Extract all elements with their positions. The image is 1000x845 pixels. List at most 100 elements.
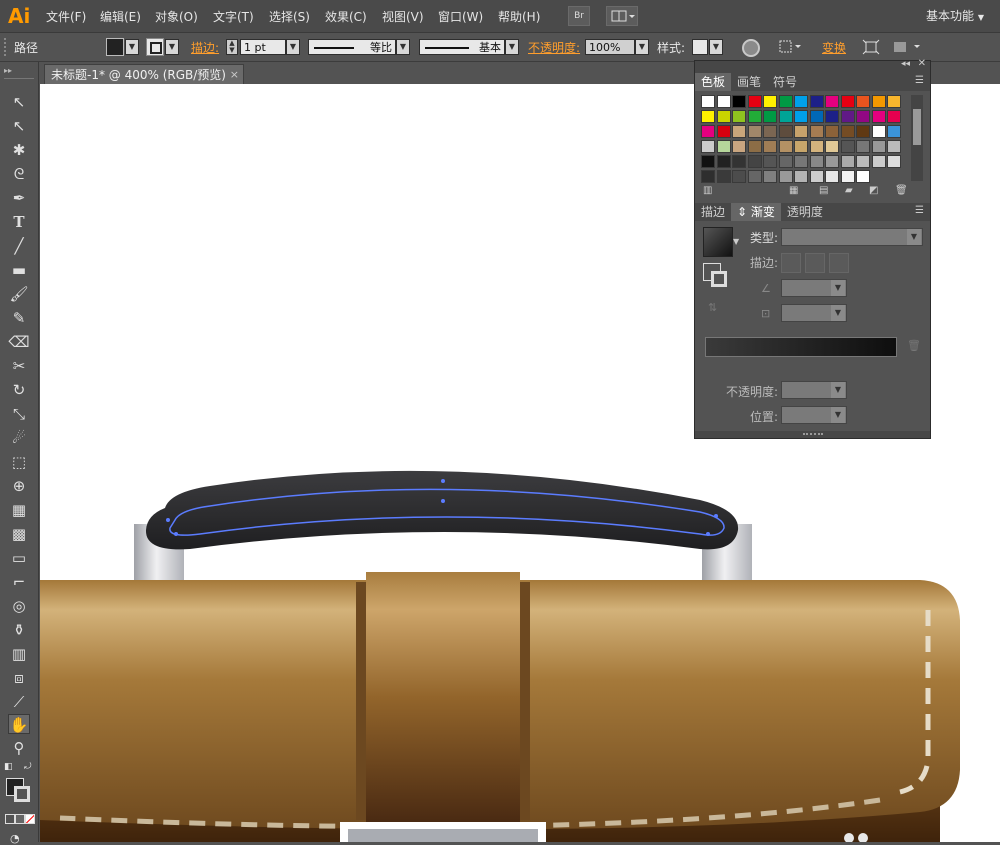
- menu-object[interactable]: 对象(O): [155, 8, 198, 25]
- anchor-point[interactable]: [441, 479, 445, 483]
- color-swatch[interactable]: [809, 110, 824, 123]
- arrange-documents-button[interactable]: [606, 6, 638, 26]
- anchor-point[interactable]: [174, 532, 178, 536]
- menu-type[interactable]: 文字(T): [213, 8, 254, 25]
- panel-menu-button[interactable]: [892, 39, 924, 55]
- color-swatch[interactable]: [732, 110, 746, 123]
- color-swatch[interactable]: [716, 110, 731, 123]
- show-kinds-icon[interactable]: ▦: [789, 185, 798, 196]
- color-swatch[interactable]: [747, 110, 762, 123]
- symbol-sprayer-tool-icon[interactable]: ⚱: [8, 620, 30, 640]
- tab-gradient[interactable]: ⇕ 渐变: [731, 203, 781, 221]
- color-swatch[interactable]: [763, 110, 777, 123]
- color-swatch[interactable]: [778, 125, 793, 138]
- artboard-tool-icon[interactable]: ⧈: [8, 668, 30, 688]
- menu-select[interactable]: 选择(S): [269, 8, 310, 25]
- shape-builder-tool-icon[interactable]: ⊕: [8, 476, 30, 496]
- color-swatch[interactable]: [840, 125, 855, 138]
- color-swatch[interactable]: [887, 155, 901, 168]
- color-swatch[interactable]: [871, 140, 886, 153]
- color-swatch[interactable]: [747, 170, 762, 183]
- stroke-indicator[interactable]: [711, 271, 727, 287]
- close-panel-icon[interactable]: ✕: [918, 58, 926, 69]
- new-swatch-icon[interactable]: ◩: [869, 185, 878, 196]
- stroke-weight-dropdown[interactable]: ▼: [286, 39, 300, 55]
- stroke-stepper[interactable]: ▲ ▼: [226, 39, 238, 55]
- color-swatch[interactable]: [871, 110, 886, 123]
- gradient-preview-swatch[interactable]: [703, 227, 733, 257]
- color-swatch[interactable]: [871, 125, 886, 138]
- color-swatch[interactable]: [794, 110, 808, 123]
- menu-help[interactable]: 帮助(H): [498, 8, 540, 25]
- panel-resize-handle[interactable]: [695, 431, 930, 438]
- color-swatch[interactable]: [701, 125, 715, 138]
- color-swatch[interactable]: [871, 155, 886, 168]
- pen-tool-icon[interactable]: ✒: [8, 188, 30, 208]
- color-swatch[interactable]: [732, 140, 746, 153]
- color-swatch[interactable]: [716, 155, 731, 168]
- type-tool-icon[interactable]: T: [8, 212, 30, 232]
- column-graph-tool-icon[interactable]: ▥: [8, 644, 30, 664]
- stroke-swatch[interactable]: [146, 38, 164, 56]
- document-tab[interactable]: 未标题-1* @ 400% (RGB/预览) ×: [44, 64, 244, 84]
- zoom-tool-icon[interactable]: ⚲: [8, 738, 30, 758]
- align-options-button[interactable]: [778, 39, 804, 55]
- panel-title-bar[interactable]: ◂◂ ✕: [695, 58, 930, 73]
- tab-swatches[interactable]: 色板: [695, 73, 732, 91]
- variable-width-profile[interactable]: 等比: [308, 39, 396, 55]
- color-swatch[interactable]: [701, 110, 715, 123]
- color-swatch[interactable]: [856, 125, 870, 138]
- lasso-tool-icon[interactable]: ᘓ: [8, 164, 30, 184]
- color-swatch[interactable]: [840, 110, 855, 123]
- color-swatch[interactable]: [887, 110, 901, 123]
- tab-transparency[interactable]: 透明度: [781, 203, 829, 221]
- style-swatch[interactable]: [692, 39, 708, 55]
- default-colors-icon[interactable]: ◧: [4, 762, 13, 772]
- gradient-tool-icon[interactable]: ▭: [8, 548, 30, 568]
- eyedropper-tool-icon[interactable]: ⌐: [8, 572, 30, 592]
- menu-view[interactable]: 视图(V): [382, 8, 424, 25]
- bridge-button[interactable]: Br: [568, 6, 590, 26]
- gradient-mode-icon[interactable]: [15, 814, 25, 824]
- color-swatch[interactable]: [856, 155, 870, 168]
- color-swatch[interactable]: [778, 140, 793, 153]
- stroke-color-box[interactable]: [14, 786, 30, 802]
- color-swatch[interactable]: [778, 95, 793, 108]
- stroke-label[interactable]: 描边:: [191, 39, 219, 56]
- opacity-label[interactable]: 不透明度:: [528, 39, 580, 56]
- color-swatch[interactable]: [887, 125, 901, 138]
- color-swatch[interactable]: [794, 125, 808, 138]
- swatch-scrollbar[interactable]: [911, 95, 923, 181]
- opacity-input[interactable]: 100%: [585, 39, 635, 55]
- color-swatch[interactable]: [794, 140, 808, 153]
- blend-tool-icon[interactable]: ◎: [8, 596, 30, 616]
- hand-tool-icon[interactable]: ✋: [8, 714, 30, 734]
- opacity-dropdown[interactable]: ▼: [635, 39, 649, 55]
- color-swatch[interactable]: [701, 140, 715, 153]
- color-swatch[interactable]: [825, 110, 839, 123]
- swatch-panel-menu-icon[interactable]: ☰: [915, 75, 924, 86]
- color-swatch[interactable]: [825, 155, 839, 168]
- color-swatch[interactable]: [809, 155, 824, 168]
- color-swatch[interactable]: [856, 170, 870, 183]
- paintbrush-tool-icon[interactable]: 🖌: [8, 284, 30, 304]
- color-swatch[interactable]: [887, 140, 901, 153]
- eraser-tool-icon[interactable]: ⌫: [8, 332, 30, 352]
- anchor-point[interactable]: [706, 532, 710, 536]
- color-swatch[interactable]: [840, 170, 855, 183]
- mesh-tool-icon[interactable]: ▩: [8, 524, 30, 544]
- color-swatch[interactable]: [825, 170, 839, 183]
- color-swatch[interactable]: [763, 170, 777, 183]
- delete-swatch-icon[interactable]: 🗑: [895, 185, 908, 196]
- color-swatch[interactable]: [716, 140, 731, 153]
- close-tab-icon[interactable]: ×: [230, 65, 239, 85]
- rectangle-tool-icon[interactable]: ▬: [8, 260, 30, 280]
- collapse-toolbox-icon[interactable]: ▸▸: [4, 66, 12, 75]
- color-swatch[interactable]: [747, 155, 762, 168]
- scale-tool-icon[interactable]: ⤡: [8, 404, 30, 424]
- color-swatch[interactable]: [747, 125, 762, 138]
- color-swatch[interactable]: [809, 170, 824, 183]
- anchor-point[interactable]: [714, 514, 718, 518]
- selection-tool-icon[interactable]: ↖: [8, 92, 30, 112]
- warp-tool-icon[interactable]: ☄: [8, 428, 30, 448]
